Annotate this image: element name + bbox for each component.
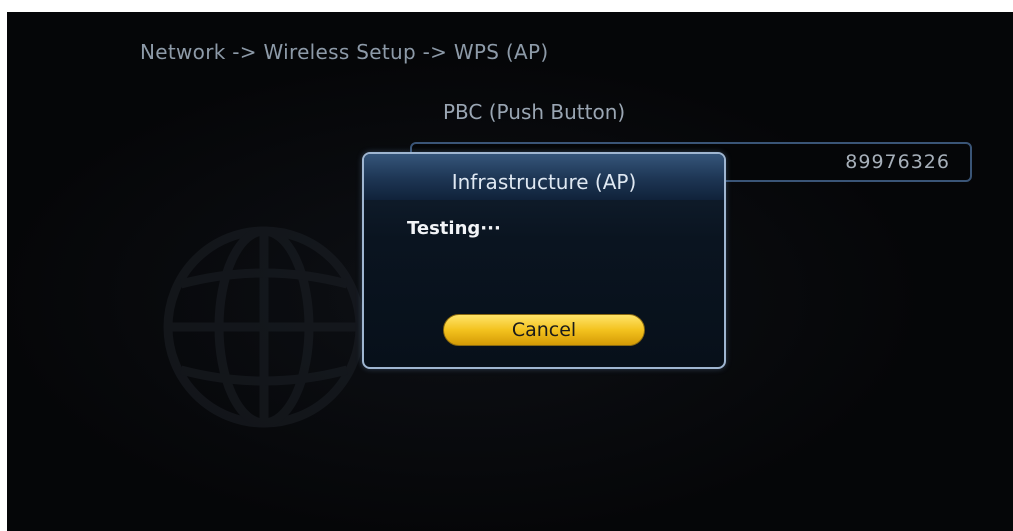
pin-value: 89976326: [845, 151, 950, 173]
infrastructure-dialog: Infrastructure (AP) Testing··· Cancel: [362, 152, 726, 369]
dialog-title: Infrastructure (AP): [451, 170, 637, 194]
globe-icon: [163, 226, 365, 428]
breadcrumb: Network -> Wireless Setup -> WPS (AP): [140, 40, 549, 64]
cancel-button[interactable]: Cancel: [443, 314, 645, 346]
dialog-status-text: Testing···: [407, 218, 501, 239]
tv-screen: Network -> Wireless Setup -> WPS (AP) PB…: [7, 12, 1013, 531]
section-title: PBC (Push Button): [443, 100, 626, 124]
